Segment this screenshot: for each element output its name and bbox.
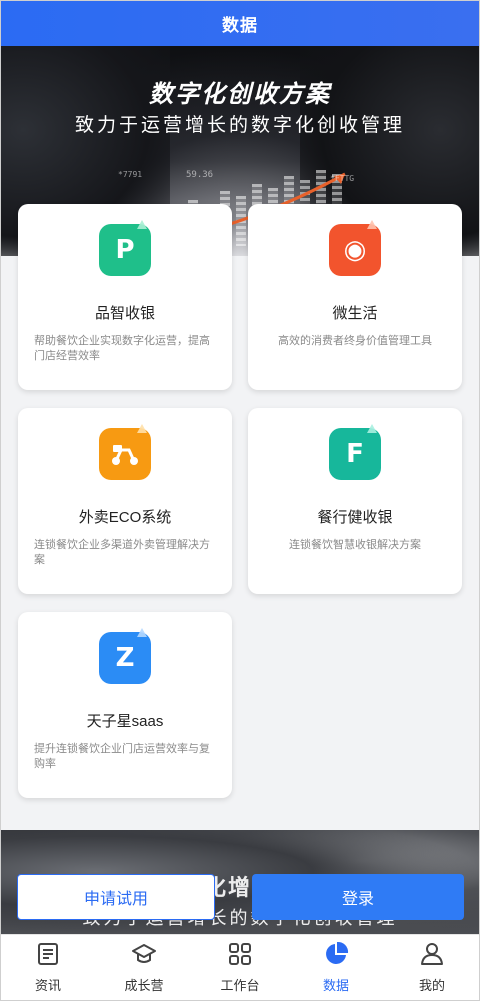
app-card-desc: 提升连锁餐饮企业门店运营效率与复购率 [34,743,210,770]
hero-number: *7791 [118,170,143,179]
app-card-waimai[interactable]: 外卖ECO系统 连锁餐饮企业多渠道外卖管理解决方案 [18,408,232,594]
tab-workbench[interactable]: 工作台 [192,935,288,1001]
tab-news[interactable]: 资讯 [0,935,96,1001]
app-card-desc: 连锁餐饮智慧收银解决方案 [289,539,421,551]
app-card-tianzixing[interactable]: Z 天子星saas 提升连锁餐饮企业门店运营效率与复购率 [18,612,232,798]
pinzhi-icon: P [99,220,151,276]
app-card-desc: 帮助餐饮企业实现数字化运营，提高门店经营效率 [34,335,210,362]
tab-label: 成长营 [124,978,164,993]
app-card-title: 微生活 [332,305,378,322]
hero-title: 数字化创收方案 [149,81,331,108]
app-card-title: 外卖ECO系统 [78,509,172,526]
app-card-desc: 高效的消费者终身价值管理工具 [278,335,432,347]
weishenghuo-icon: ◉ [329,220,381,276]
tab-growth[interactable]: 成长营 [96,935,192,1001]
app-card-title: 餐行健收银 [317,509,393,526]
app-card-title: 品智收银 [94,305,155,322]
bottom-tab-bar: 资讯 成长营 工作台 数据 我的 [0,934,480,1001]
app-card-weishenghuo[interactable]: ◉ 微生活 高效的消费者终身价值管理工具 [248,204,462,390]
canxingjian-icon: F [329,424,381,480]
waimai-scooter-icon [99,424,151,480]
apply-trial-button[interactable]: 申请试用 [17,874,215,920]
hero-subtitle: 致力于运营增长的数字化创收管理 [74,115,405,136]
app-card-title: 天子星saas [86,713,164,730]
hero-number: *FTTG [330,174,355,183]
login-button[interactable]: 登录 [252,874,464,920]
header-bar: 数据 [0,0,480,46]
tab-label: 资讯 [34,978,61,993]
tab-label: 我的 [418,978,445,993]
tianzixing-icon: Z [99,628,151,684]
page-title: 数据 [222,15,258,35]
graduation-cap-icon [132,944,156,963]
app-card-desc: 连锁餐饮企业多渠道外卖管理解决方案 [34,539,210,566]
app-card-pinzhi[interactable]: P 品智收银 帮助餐饮企业实现数字化运营，提高门店经营效率 [18,204,232,390]
hero-number: 59.36 [186,170,214,180]
news-icon [38,943,58,965]
tab-data[interactable]: 数据 [288,935,384,1001]
tab-label: 工作台 [220,978,260,993]
pie-chart-icon [326,941,349,964]
tab-label: 数据 [322,978,349,993]
tab-mine[interactable]: 我的 [384,935,480,1001]
user-icon [421,943,443,965]
grid-icon [229,943,251,965]
app-card-canxingjian[interactable]: F 餐行健收银 连锁餐饮智慧收银解决方案 [248,408,462,594]
